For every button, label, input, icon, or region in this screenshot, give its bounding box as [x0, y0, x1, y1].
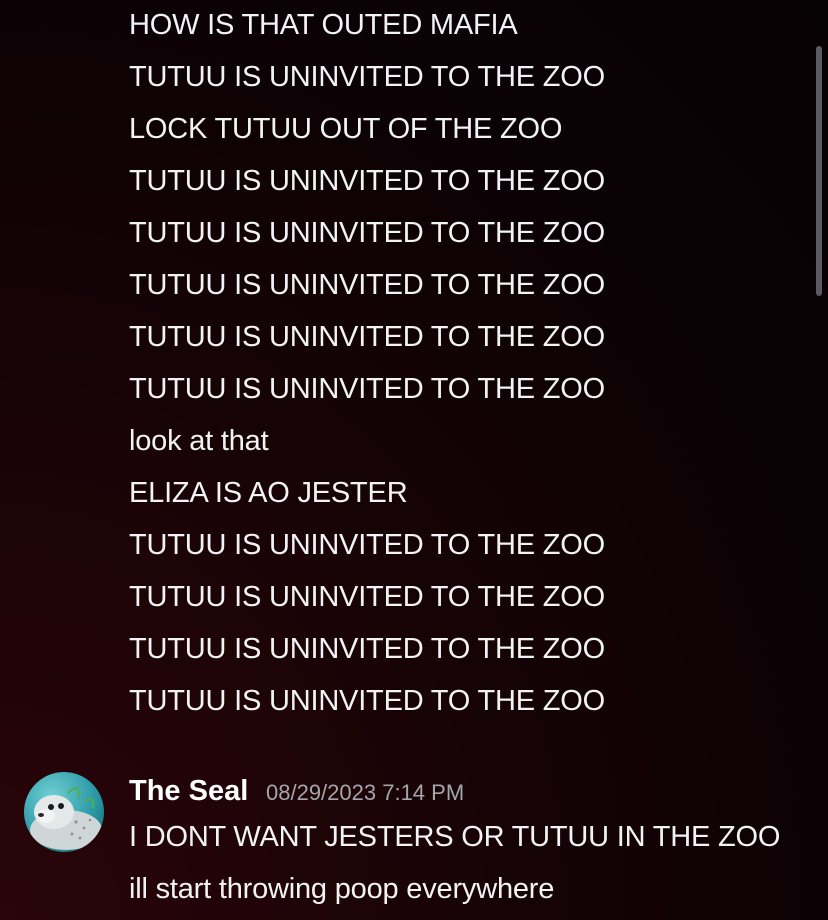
- message-line[interactable]: ill start throwing poop everywhere: [129, 872, 554, 906]
- message-line[interactable]: TUTUU IS UNINVITED TO THE ZOO: [129, 684, 605, 718]
- message-line[interactable]: TUTUU IS UNINVITED TO THE ZOO: [129, 528, 605, 562]
- message-line[interactable]: HOW IS THAT OUTED MAFIA: [129, 8, 518, 42]
- chat-message-list[interactable]: HOW IS THAT OUTED MAFIA TUTUU IS UNINVIT…: [0, 0, 828, 920]
- seal-avatar-icon[interactable]: [24, 772, 104, 852]
- message-line[interactable]: I DONT WANT JESTERS OR TUTUU IN THE ZOO: [129, 820, 780, 854]
- message-line[interactable]: look at that: [129, 424, 269, 458]
- message-line[interactable]: TUTUU IS UNINVITED TO THE ZOO: [129, 320, 605, 354]
- message-line[interactable]: TUTUU IS UNINVITED TO THE ZOO: [129, 164, 605, 198]
- message-line[interactable]: TUTUU IS UNINVITED TO THE ZOO: [129, 268, 605, 302]
- message-line[interactable]: ELIZA IS AO JESTER: [129, 476, 408, 510]
- message-line[interactable]: TUTUU IS UNINVITED TO THE ZOO: [129, 372, 605, 406]
- message-author-name[interactable]: The Seal: [129, 774, 248, 808]
- message-line[interactable]: TUTUU IS UNINVITED TO THE ZOO: [129, 216, 605, 250]
- seal-avatar-icon-graphic: [30, 787, 102, 850]
- message-line[interactable]: LOCK TUTUU OUT OF THE ZOO: [129, 112, 562, 146]
- message-line[interactable]: TUTUU IS UNINVITED TO THE ZOO: [129, 632, 605, 666]
- message-timestamp: 08/29/2023 7:14 PM: [266, 780, 465, 805]
- scrollbar-thumb[interactable]: [816, 46, 822, 296]
- message-line[interactable]: TUTUU IS UNINVITED TO THE ZOO: [129, 580, 605, 614]
- message-line[interactable]: TUTUU IS UNINVITED TO THE ZOO: [129, 60, 605, 94]
